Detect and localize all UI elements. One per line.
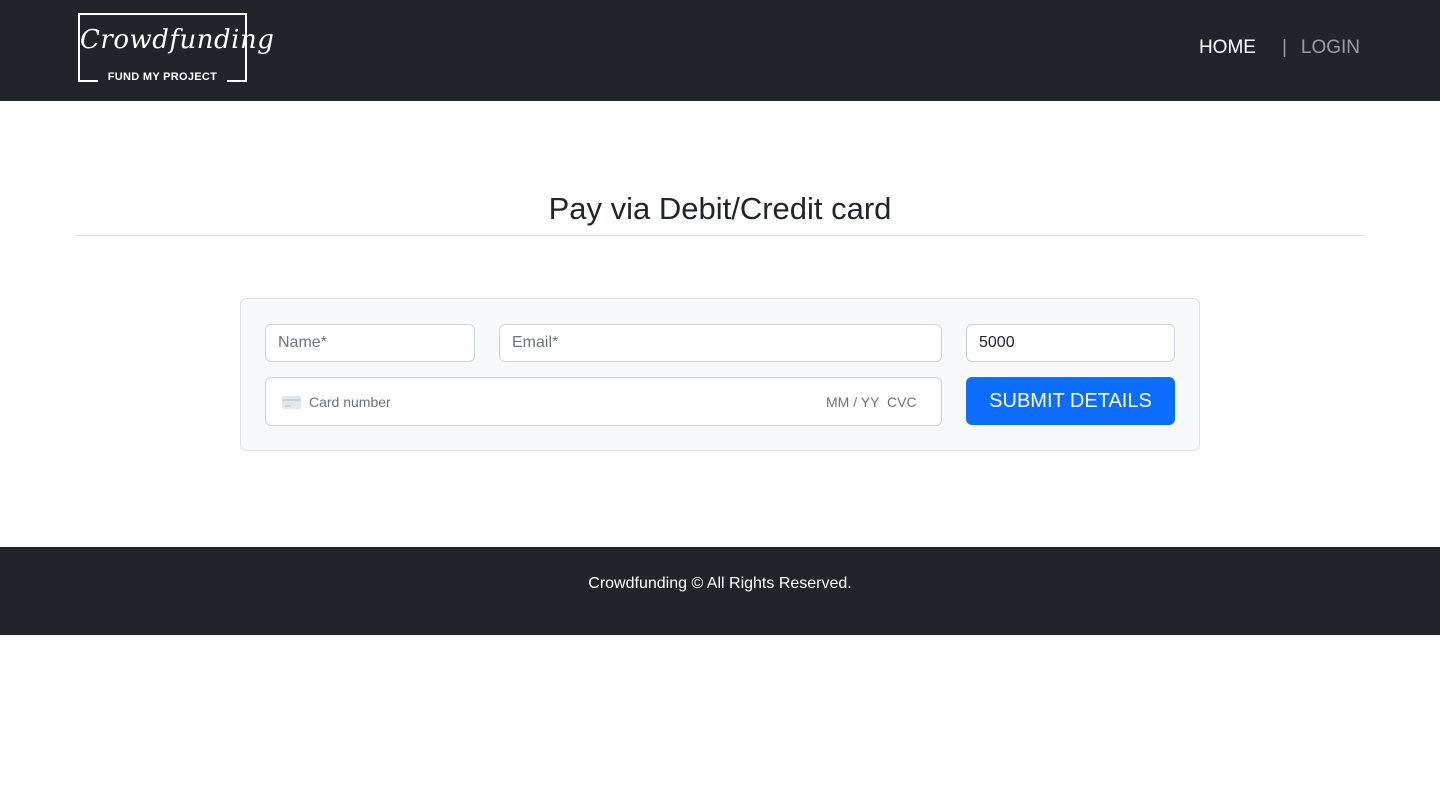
name-input[interactable] — [265, 324, 475, 362]
nav-home-link[interactable]: HOME — [1199, 37, 1256, 59]
credit-card-icon — [282, 396, 301, 409]
card-cvc-placeholder: CVC — [887, 394, 917, 410]
page-title: Pay via Debit/Credit card — [548, 191, 892, 226]
logo-tagline: FUND MY PROJECT — [98, 70, 227, 84]
navbar: Crowdfunding FUND MY PROJECT HOME | LOGI… — [0, 0, 1440, 101]
nav-separator: | — [1281, 37, 1287, 58]
card-number-placeholder: Card number — [309, 394, 391, 410]
nav-login-link[interactable]: LOGIN — [1301, 37, 1360, 59]
logo-title: Crowdfunding — [80, 25, 275, 55]
footer-copyright: Crowdfunding © All Rights Reserved. — [588, 575, 852, 592]
footer: Crowdfunding © All Rights Reserved. — [0, 547, 1440, 635]
payment-form: Card number MM / YY CVC SUBMIT DETAILS — [240, 298, 1200, 451]
amount-input[interactable] — [966, 324, 1175, 362]
card-details-field[interactable]: Card number MM / YY CVC — [265, 377, 942, 426]
card-expiry-placeholder: MM / YY — [826, 394, 880, 410]
nav-links: HOME | LOGIN — [1199, 36, 1360, 60]
submit-details-button[interactable]: SUBMIT DETAILS — [966, 377, 1175, 425]
email-input[interactable] — [499, 324, 942, 362]
title-divider — [75, 235, 1365, 236]
brand-logo[interactable]: Crowdfunding FUND MY PROJECT — [78, 13, 275, 84]
